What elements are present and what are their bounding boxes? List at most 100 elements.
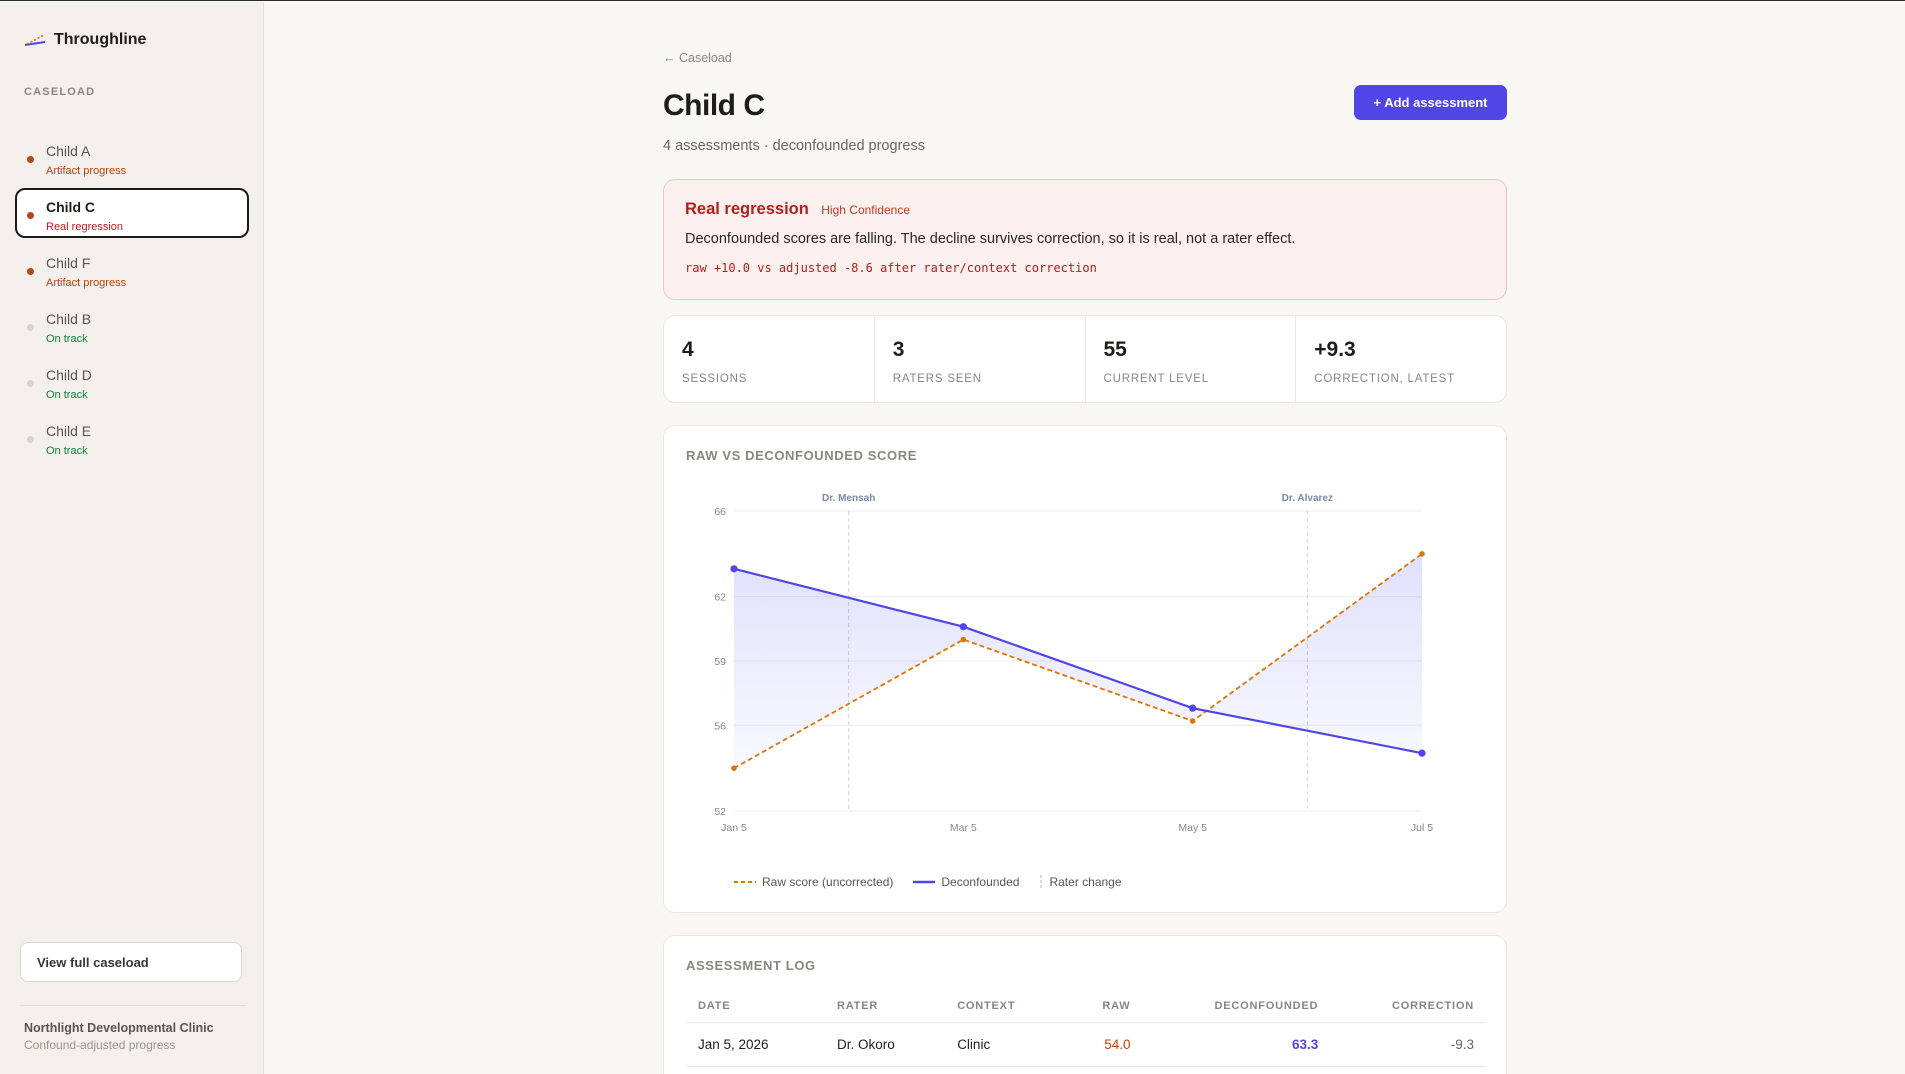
stat-value: 4: [682, 338, 694, 361]
alert-correction-detail: raw +10.0 vs adjusted -8.6 after rater/c…: [685, 261, 1097, 275]
add-assessment-button[interactable]: + Add assessment: [1354, 85, 1507, 120]
caseload-nav: Child A Artifact progress Child C Real regr…: [15, 132, 249, 468]
sidebar-item-name: Child D: [46, 367, 92, 383]
raw-score-point: [731, 765, 737, 771]
sidebar-item-child-c[interactable]: Child C Real regression: [15, 188, 249, 238]
x-tick-label: Mar 5: [950, 822, 977, 834]
stat-current-level: 55 CURRENT LEVEL: [1086, 316, 1297, 402]
deconfounded-point: [1189, 704, 1197, 712]
stat-sessions: 4 SESSIONS: [664, 316, 875, 402]
stat-label: SESSIONS: [682, 373, 748, 385]
deconfounded-point: [959, 623, 967, 631]
sidebar-item-name: Child F: [46, 255, 91, 271]
alert-body: Deconfounded scores are falling. The dec…: [685, 231, 1296, 247]
y-tick-label: 66: [714, 506, 726, 518]
cell-correction: -9.3: [1330, 1022, 1486, 1067]
sidebar-item-child-e[interactable]: Child E On track: [15, 412, 249, 462]
rater-change-line-icon: [1040, 875, 1042, 889]
raw-score-point: [960, 636, 967, 643]
stat-raters-seen: 3 RATERS SEEN: [875, 316, 1086, 402]
col-rater: RATER: [825, 1000, 946, 1023]
stat-label: CURRENT LEVEL: [1103, 373, 1209, 385]
cell-rater: Dr. Okoro: [825, 1022, 946, 1067]
col-date: DATE: [686, 1000, 825, 1023]
x-tick-label: Jul 5: [1411, 822, 1433, 834]
cell-context: Clinic: [945, 1022, 1066, 1067]
y-tick-label: 52: [714, 806, 726, 818]
stat-correction-latest: +9.3 CORRECTION, LATEST: [1296, 316, 1506, 402]
legend-label: Rater change: [1049, 875, 1122, 889]
assessment-log-card: ASSESSMENT LOG DATE RATER CONTEXT RAW DE…: [663, 935, 1507, 1074]
deconfounded-point: [730, 565, 738, 573]
status-dot: [27, 212, 34, 219]
sidebar-item-child-f[interactable]: Child F Artifact progress: [15, 244, 249, 294]
col-correction: CORRECTION: [1330, 1000, 1486, 1023]
stat-value: 55: [1103, 338, 1127, 361]
col-deconfounded: DECONFOUNDED: [1142, 1000, 1331, 1023]
rater-change-label: Dr. Alvarez: [1282, 493, 1333, 504]
raw-score-point: [1189, 718, 1196, 724]
clinic-subtitle: Confound-adjusted progress: [24, 1038, 176, 1052]
dashed-line-icon: [734, 881, 756, 883]
deconfounded-point: [1418, 749, 1426, 757]
legend-raw: Raw score (uncorrected): [734, 875, 893, 889]
col-raw: RAW: [1065, 1000, 1143, 1023]
status-dot: [27, 268, 34, 275]
stat-label: CORRECTION, LATEST: [1314, 373, 1455, 385]
brand-name: Throughline: [54, 31, 147, 48]
status-dot: [27, 324, 34, 331]
status-dot: [27, 436, 34, 443]
legend-deconfounded: Deconfounded: [913, 875, 1019, 889]
alert-title: Real regression: [685, 200, 809, 218]
cell-raw: 54.0: [1065, 1022, 1143, 1067]
legend-rater-change: Rater change: [1039, 875, 1122, 889]
brand[interactable]: Throughline: [24, 31, 146, 49]
sidebar-item-status: Artifact progress: [46, 165, 127, 177]
stat-label: RATERS SEEN: [892, 373, 982, 385]
sidebar: Throughline CASELOAD Child A Artifact pro…: [0, 2, 264, 1074]
cell-deconfounded: 63.3: [1142, 1022, 1331, 1067]
sidebar-item-name: Child E: [46, 423, 92, 439]
sidebar-item-name: Child C: [46, 199, 95, 215]
status-dot: [27, 156, 34, 163]
table-row[interactable]: Jan 5, 2026 Dr. Okoro Clinic 54.0 63.3 -…: [686, 1022, 1486, 1067]
page-title: Child C: [663, 89, 765, 122]
rater-change-label: Dr. Mensah: [822, 493, 875, 504]
raw-score-point: [1419, 551, 1425, 557]
sidebar-item-child-d[interactable]: Child D On track: [15, 356, 249, 406]
solid-line-icon: [913, 880, 936, 884]
y-tick-label: 56: [714, 720, 726, 732]
sidebar-item-status: On track: [46, 445, 88, 457]
legend-label: Raw score (uncorrected): [762, 875, 894, 889]
stats-panel: 4 SESSIONS 3 RATERS SEEN 55 CURRENT LEVE…: [663, 315, 1507, 403]
stat-value: 3: [892, 338, 905, 361]
sidebar-item-child-b[interactable]: Child B On track: [15, 300, 249, 350]
sidebar-item-name: Child A: [46, 143, 91, 159]
assessment-log-title: ASSESSMENT LOG: [686, 958, 816, 973]
y-tick-label: 59: [714, 656, 726, 668]
cell-date: Jan 5, 2026: [686, 1022, 825, 1067]
page-subtitle: 4 assessments · deconfounded progress: [663, 138, 925, 154]
regression-alert: Real regression High Confidence Deconfou…: [663, 179, 1507, 300]
sidebar-item-status: Real regression: [46, 221, 124, 233]
y-tick-label: 62: [714, 592, 726, 604]
sidebar-item-status: On track: [46, 389, 88, 401]
sidebar-item-child-a[interactable]: Child A Artifact progress: [15, 132, 249, 182]
status-dot: [27, 380, 34, 387]
x-tick-label: May 5: [1178, 822, 1207, 834]
alert-confidence-badge: High Confidence: [821, 203, 910, 217]
x-tick-label: Jan 5: [721, 822, 747, 834]
score-chart-card: RAW VS DECONFOUNDED SCORE 52 56 59 62 66 Jan …: [663, 425, 1507, 913]
sidebar-item-status: Artifact progress: [46, 277, 127, 289]
caseload-section-label: CASELOAD: [24, 86, 96, 98]
legend-label: Deconfounded: [941, 875, 1020, 889]
breadcrumb-caseload-link[interactable]: ← Caseload: [663, 51, 732, 65]
chart-legend: Raw score (uncorrected) Deconfounded Rat…: [734, 875, 1122, 889]
sidebar-divider: [20, 1005, 246, 1006]
sidebar-item-name: Child B: [46, 311, 92, 327]
clinic-name: Northlight Developmental Clinic: [24, 1021, 214, 1035]
stat-value: +9.3: [1314, 338, 1356, 361]
assessment-log-table: DATE RATER CONTEXT RAW DECONFOUNDED CORR…: [686, 1000, 1486, 1067]
view-full-caseload-button[interactable]: View full caseload: [20, 942, 242, 982]
col-context: CONTEXT: [945, 1000, 1066, 1023]
